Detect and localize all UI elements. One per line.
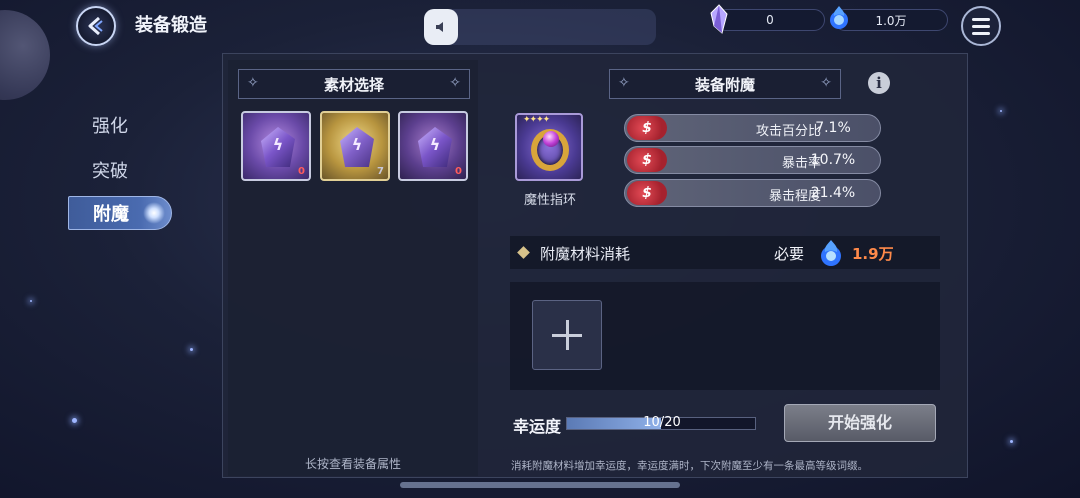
star-decoration xyxy=(1010,440,1013,443)
diamond-bullet-icon xyxy=(517,246,530,259)
material-slot[interactable]: ϟ 0 xyxy=(398,111,468,181)
material-slot[interactable]: ϟ 0 xyxy=(241,111,311,181)
enchant-hint: 消耗附魔材料增加幸运度，幸运度满时，下次附魔至少有一条最高等级词缀。 xyxy=(511,460,868,472)
ring-gem-icon xyxy=(543,131,559,147)
stat-value: 21.4% xyxy=(810,185,856,201)
planet-decoration xyxy=(0,10,50,100)
material-select-header: 素材选择 xyxy=(238,69,470,99)
soul-counter: 1.0万 xyxy=(830,6,948,31)
crystal-shard-icon xyxy=(710,4,728,34)
nav-item-strengthen[interactable]: 强化 xyxy=(92,112,128,138)
info-icon[interactable]: i xyxy=(868,72,890,94)
blue-soul-flame-icon xyxy=(821,240,841,266)
star-decoration xyxy=(1000,110,1002,112)
luck-progress-text: 10/20 xyxy=(643,415,681,430)
star-decoration xyxy=(30,300,32,302)
stat-row: $ 攻击百分比 7.1% xyxy=(624,114,881,142)
material-count: 0 xyxy=(455,166,462,177)
menu-button[interactable] xyxy=(961,6,1001,46)
hamburger-line xyxy=(972,24,990,28)
speaker-icon[interactable] xyxy=(424,9,458,45)
luck-label: 幸运度 xyxy=(513,417,562,436)
star-decoration xyxy=(72,418,77,423)
soul-value: 1.0万 xyxy=(875,13,907,28)
luck-progress-bar: 10/20 xyxy=(566,415,756,430)
stat-value: 10.7% xyxy=(810,152,856,168)
nav-item-enchant[interactable]: 附魔 xyxy=(68,196,172,230)
volume-bar[interactable] xyxy=(424,9,656,45)
stat-row: $ 暴击率 10.7% xyxy=(624,146,881,174)
back-button[interactable] xyxy=(76,6,116,46)
material-select-title: 素材选择 xyxy=(323,75,384,94)
enchant-cost-bar: 附魔材料消耗 必要 1.9万 xyxy=(510,236,940,269)
material-count: 0 xyxy=(298,166,305,177)
stat-value: 7.1% xyxy=(815,120,851,136)
stat-row: $ 暴击程度 21.4% xyxy=(624,179,881,207)
gem-value: 0 xyxy=(766,13,774,27)
cost-label: 附魔材料消耗 xyxy=(540,245,631,263)
material-hint: 长按查看装备属性 xyxy=(304,457,401,471)
cost-amount: 1.9万 xyxy=(852,245,894,263)
affix-icon: $ xyxy=(627,181,667,205)
equipment-slot[interactable]: ✦✦✦✦ xyxy=(515,113,583,181)
gem-counter: 0 xyxy=(710,4,825,34)
star-decoration xyxy=(190,348,193,351)
blue-soul-flame-icon xyxy=(830,6,848,29)
equipment-name: 魔性指环 xyxy=(523,193,576,208)
gold-crystal-icon: ϟ xyxy=(340,127,374,167)
material-slot[interactable]: ϟ 7 xyxy=(320,111,390,181)
sparkle-icon xyxy=(143,202,165,224)
page-title: 装备锻造 xyxy=(135,15,207,36)
material-count: 7 xyxy=(377,166,384,177)
affix-icon: $ xyxy=(627,148,667,172)
add-material-button[interactable] xyxy=(532,300,602,370)
violet-crystal-icon: ϟ xyxy=(418,127,452,167)
star-rating: ✦✦✦✦ xyxy=(523,115,550,125)
bottom-scrollbar[interactable] xyxy=(400,482,680,488)
cost-required-label: 必要 xyxy=(774,245,805,263)
purple-crystal-icon: ϟ xyxy=(261,127,295,167)
enchant-title: 装备附魔 xyxy=(694,75,755,94)
enchant-header: 装备附魔 xyxy=(609,69,841,99)
nav-item-breakthrough[interactable]: 突破 xyxy=(92,157,128,183)
nav-item-enchant-label: 附魔 xyxy=(93,204,129,225)
back-arrow-icon xyxy=(88,16,103,36)
plus-icon-vertical xyxy=(565,320,569,350)
affix-icon: $ xyxy=(627,116,667,140)
hamburger-menu-icon xyxy=(972,17,990,21)
hamburger-line xyxy=(972,31,990,35)
start-enchant-button[interactable]: 开始强化 xyxy=(784,404,936,442)
